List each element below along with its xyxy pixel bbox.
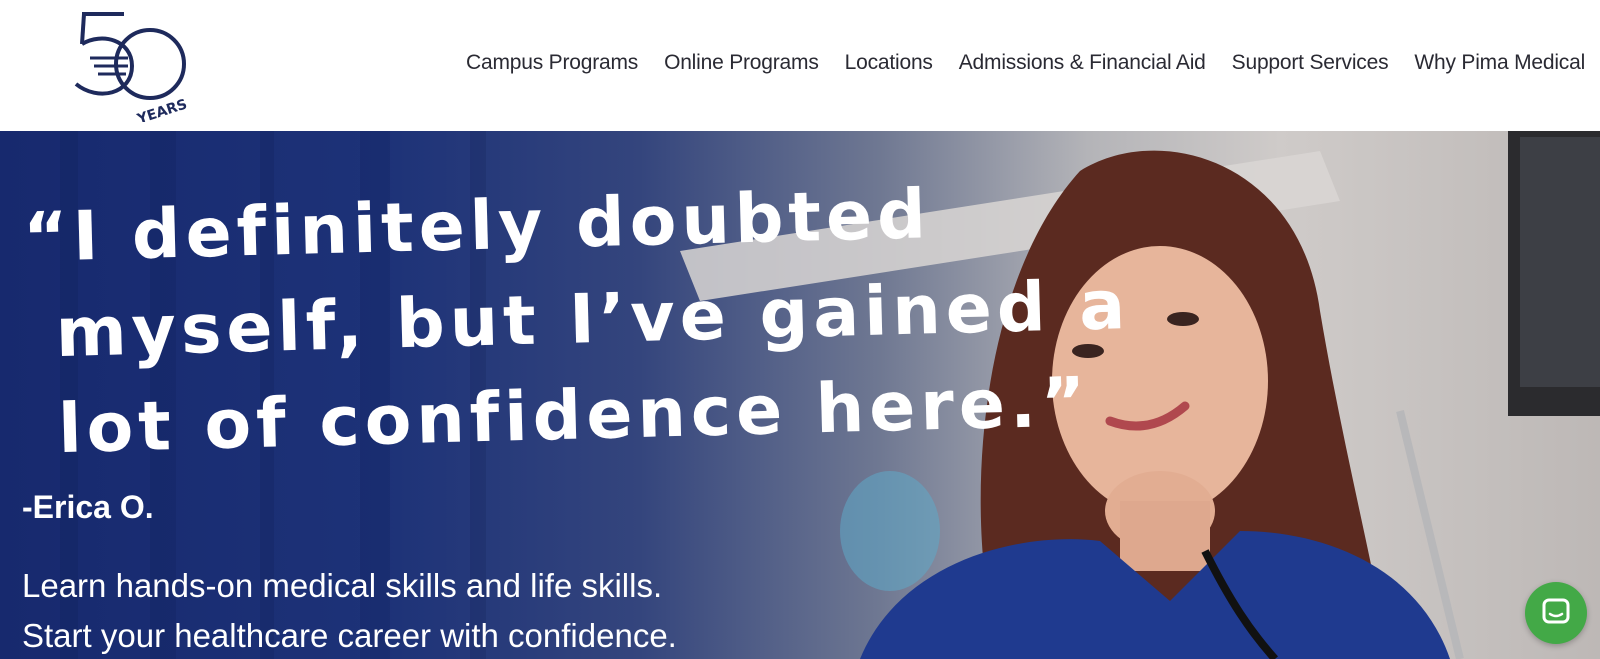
nav-locations[interactable]: Locations xyxy=(832,48,946,78)
tagline-line: Start your healthcare career with confid… xyxy=(22,617,677,654)
hero-banner: “I definitely doubted myself, but I’ve g… xyxy=(0,131,1600,659)
tagline-line: Learn hands-on medical skills and life s… xyxy=(22,567,663,604)
50-years-logo-icon[interactable]: YEARS xyxy=(72,10,202,128)
nav-why-pima-medical[interactable]: Why Pima Medical xyxy=(1401,48,1598,78)
testimonial-author: -Erica O. xyxy=(22,489,154,525)
site-header: YEARS Campus Programs Online Programs Lo… xyxy=(0,0,1600,131)
hero-tagline: Learn hands-on medical skills and life s… xyxy=(22,561,677,659)
testimonial-quote: “I definitely doubted myself, but I’ve g… xyxy=(22,168,1131,479)
nav-support-services[interactable]: Support Services xyxy=(1219,48,1402,78)
nav-admissions-financial-aid[interactable]: Admissions & Financial Aid xyxy=(946,48,1219,78)
chat-button[interactable] xyxy=(1525,582,1587,644)
nav-campus-programs[interactable]: Campus Programs xyxy=(460,48,651,78)
nav-online-programs[interactable]: Online Programs xyxy=(651,48,832,78)
main-nav: Campus Programs Online Programs Location… xyxy=(460,48,1598,78)
chat-icon xyxy=(1542,598,1570,624)
svg-text:YEARS: YEARS xyxy=(134,96,189,122)
